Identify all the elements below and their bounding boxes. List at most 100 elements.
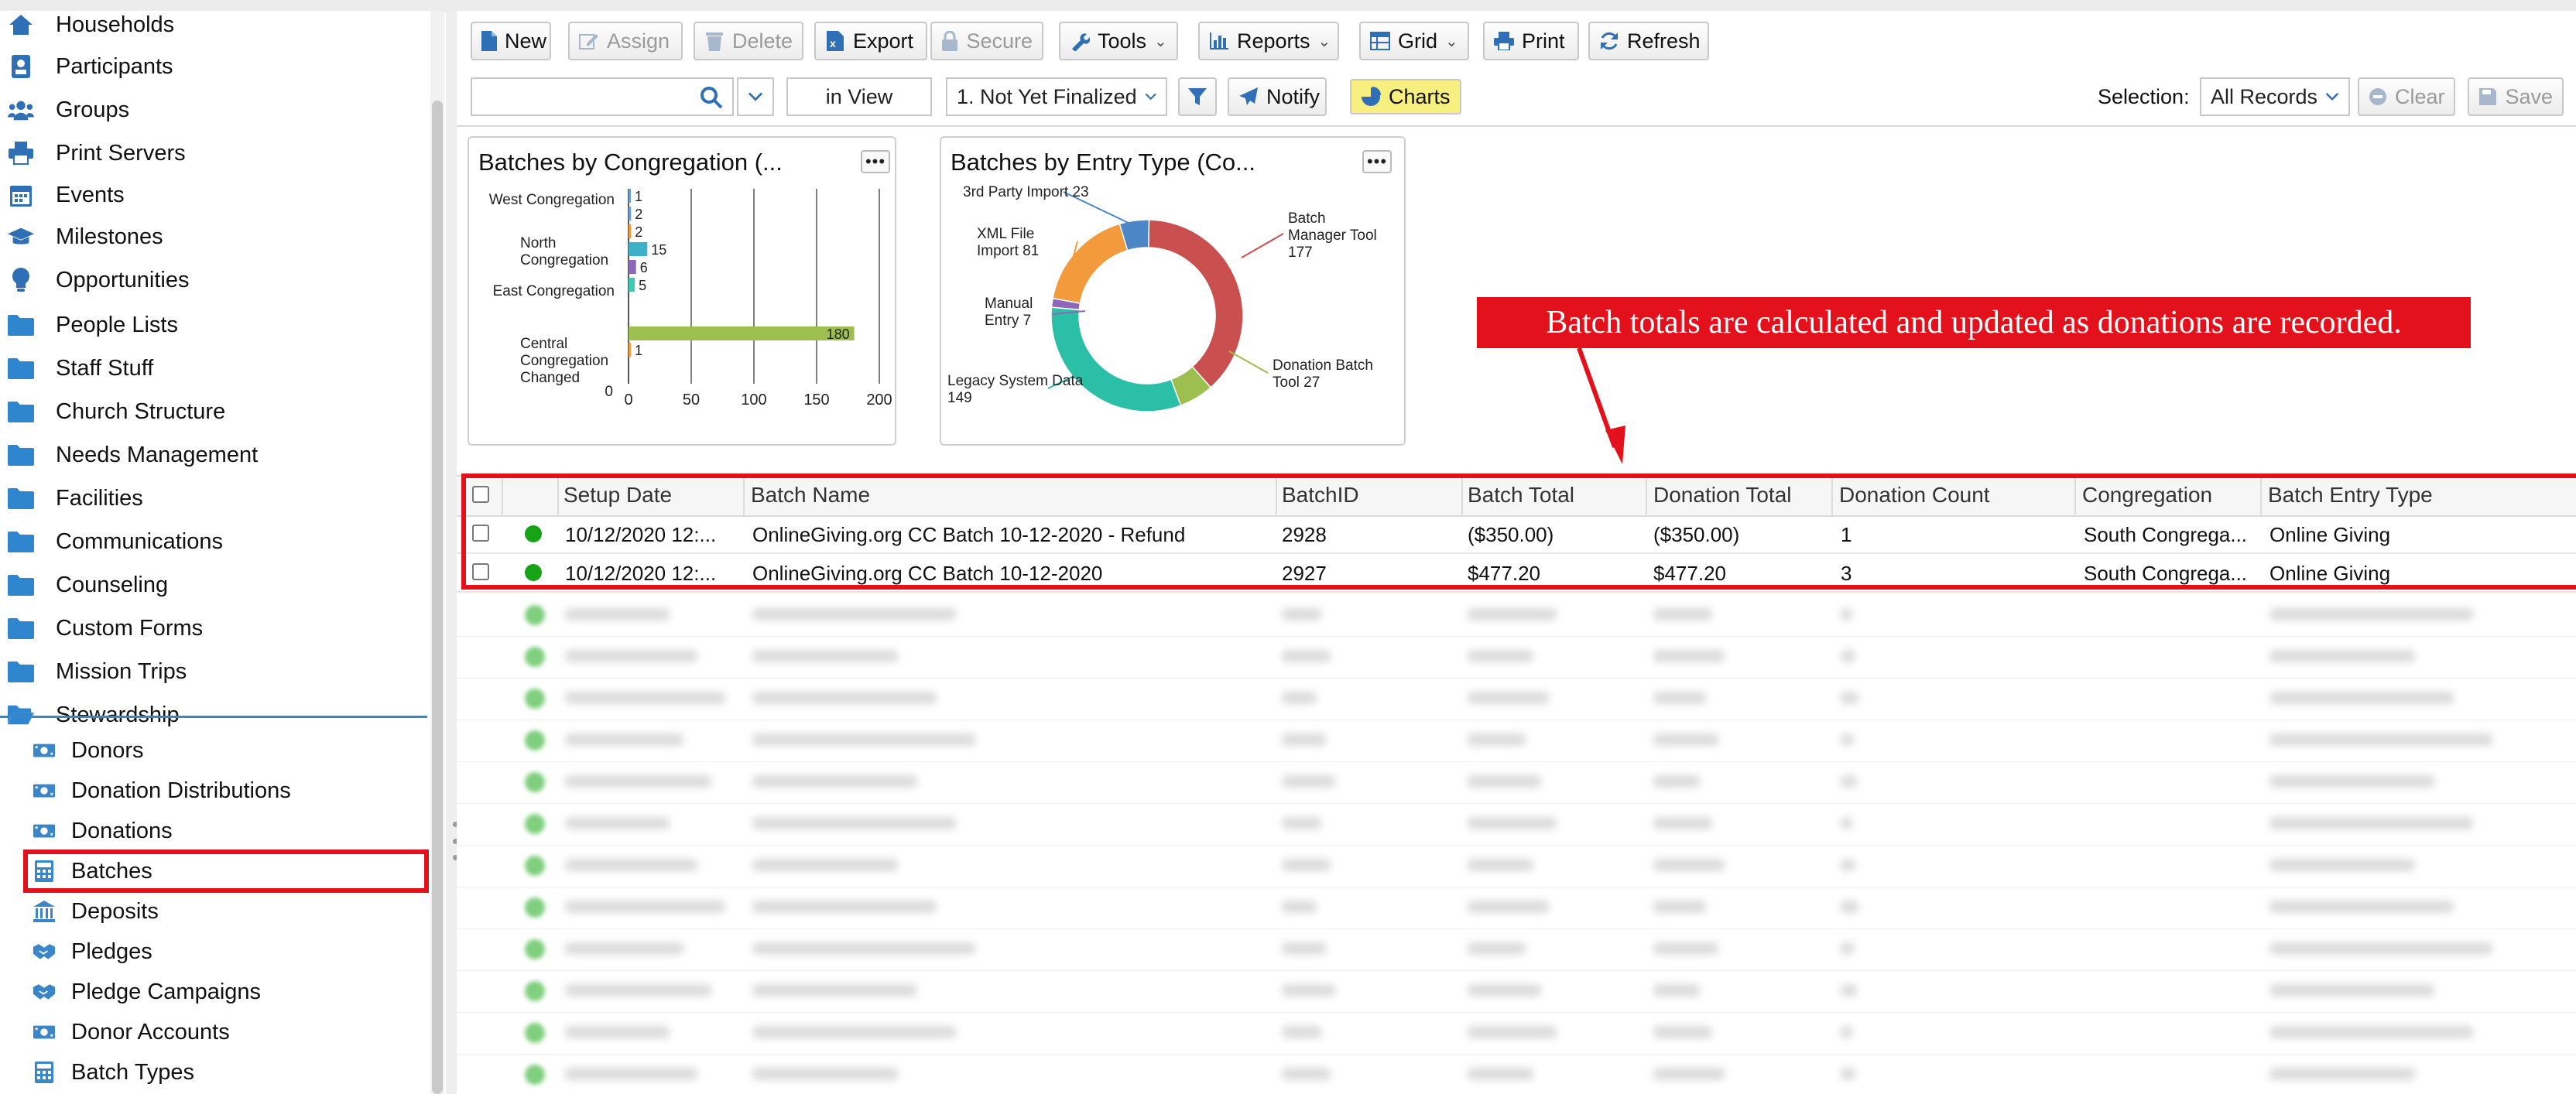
blurred-cell [752,1068,898,1080]
sidebar-subitem-pledges[interactable]: Pledges [0,930,427,973]
toolbar-divider [457,125,2576,127]
blurred-cell [2269,984,2434,997]
new-button[interactable]: New [471,22,551,60]
id-badge-icon [8,53,34,80]
search-icon[interactable] [700,86,723,109]
grid-dropdown[interactable]: Grid ⌄ [1359,22,1469,60]
slice-label: 177 [1288,244,1313,261]
graduation-cap-icon [8,224,34,250]
print-label: Print [1522,29,1565,53]
stewardship-underline [0,716,427,718]
data-label: 1 [635,189,642,204]
sidebar-subitem-batches[interactable]: Batches [23,850,429,893]
sidebar-item-print-servers[interactable]: Print Servers [0,132,427,175]
bar [629,224,632,238]
sidebar-subitem-label: Donation Distributions [71,778,291,803]
reports-dropdown[interactable]: Reports ⌄ [1198,22,1339,60]
sidebar-item-people-lists[interactable]: People Lists [0,303,427,347]
sidebar-subitem-donors[interactable]: Donors [0,729,427,772]
selection-value: All Records [2211,84,2318,108]
sidebar-item-opportunities[interactable]: Opportunities [0,258,427,302]
house-icon [8,12,34,38]
blurred-cell [1282,733,1326,746]
secure-label: Secure [966,29,1033,53]
sidebar-item-events[interactable]: Events [0,173,427,217]
sidebar-item-mission-trips[interactable]: Mission Trips [0,650,427,693]
data-label: 2 [635,224,642,240]
sidebar-item-facilities[interactable]: Facilities [0,477,427,520]
charts-toggle[interactable]: Charts [1350,79,1461,115]
blurred-cell [1841,942,1854,955]
delete-button[interactable]: Delete [694,22,803,60]
leader-line [1228,350,1269,374]
sidebar-item-counseling[interactable]: Counseling [0,563,427,607]
blurred-cell [1468,775,1541,788]
slice-label: Manager Tool [1288,227,1377,244]
sidebar-item-label: Participants [56,53,173,79]
blurred-cell [2269,901,2454,913]
blurred-cell [1282,1068,1331,1080]
floppy-disk-icon [2478,87,2497,107]
bank-icon [33,900,56,923]
calendar-icon [8,182,34,208]
blurred-cell [1841,608,1852,621]
category-label: West Congregation [489,192,615,208]
sidebar-subitem-label: Donations [71,818,173,843]
sidebar-subitem-donation-distributions[interactable]: Donation Distributions [0,769,427,812]
sidebar-item-custom-forms[interactable]: Custom Forms [0,607,427,650]
sidebar-subitem-donor-accounts[interactable]: Donor Accounts [0,1010,427,1054]
sidebar-item-label: Groups [56,97,130,122]
users-icon [8,97,34,123]
calculator-icon [33,860,56,883]
search-options-dropdown[interactable] [737,77,774,116]
sidebar-subitem-label: Donor Accounts [71,1019,230,1044]
chevron-down-icon: ⌄ [1154,32,1167,50]
blurred-cell [1468,692,1549,704]
selection-select[interactable]: All Records [2200,77,2350,116]
sidebar-item-households[interactable]: Households [0,11,427,46]
sidebar-item-staff-stuff[interactable]: Staff Stuff [0,347,427,390]
tools-dropdown[interactable]: Tools ⌄ [1059,22,1178,60]
blurred-cell [752,984,917,997]
blurred-status-dot [525,897,545,918]
sidebar-item-church-structure[interactable]: Church Structure [0,390,427,433]
clear-selection-button[interactable]: Clear [2358,77,2455,116]
folder-icon [8,658,34,685]
sidebar-item-participants[interactable]: Participants [0,45,427,88]
refresh-button[interactable]: Refresh [1588,22,1709,60]
refresh-icon [1599,31,1619,51]
sidebar-item-communications[interactable]: Communications [0,520,427,563]
sidebar-subitem-pledge-campaigns[interactable]: Pledge Campaigns [0,970,427,1014]
sidebar-item-milestones[interactable]: Milestones [0,215,427,258]
scope-label: in View [825,84,893,108]
print-button[interactable]: Print [1483,22,1579,60]
view-select[interactable]: 1. Not Yet Finalized [946,77,1167,116]
notify-button[interactable]: Notify [1228,77,1327,116]
export-button[interactable]: x Export [814,22,927,60]
blurred-cell [1841,775,1857,788]
search-input[interactable] [471,77,734,116]
sidebar-subitem-batch-types[interactable]: Batch Types [0,1051,427,1094]
blurred-status-dot [525,730,545,750]
blurred-cell [1841,984,1857,997]
assign-button[interactable]: Assign [568,22,683,60]
sidebar-subitem-deposits[interactable]: Deposits [0,890,427,933]
sidebar-item-groups[interactable]: Groups [0,88,427,132]
filter-button[interactable] [1178,77,1217,116]
sidebar-scroll-thumb[interactable] [432,101,443,1094]
blurred-cell [1468,942,1526,955]
scope-select[interactable]: in View [786,77,932,116]
blurred-status-dot [525,1065,545,1085]
save-selection-button[interactable]: Save [2468,77,2564,116]
sidebar-subitem-donations[interactable]: Donations [0,809,427,853]
secure-button[interactable]: Secure [930,22,1043,60]
blurred-status-dot [525,1023,545,1043]
entry-type-chart-panel: Batches by Entry Type (Co... ••• Batch Ma… [940,136,1406,446]
delete-label: Delete [731,29,793,53]
sidebar-item-label: Facilities [56,485,143,511]
sidebar-item-needs-management[interactable]: Needs Management [0,433,427,477]
sidebar-item-label: Church Structure [56,398,226,424]
pane-splitter[interactable] [446,11,457,1094]
sidebar-item-label: Custom Forms [56,615,204,641]
blurred-cell [752,775,917,788]
